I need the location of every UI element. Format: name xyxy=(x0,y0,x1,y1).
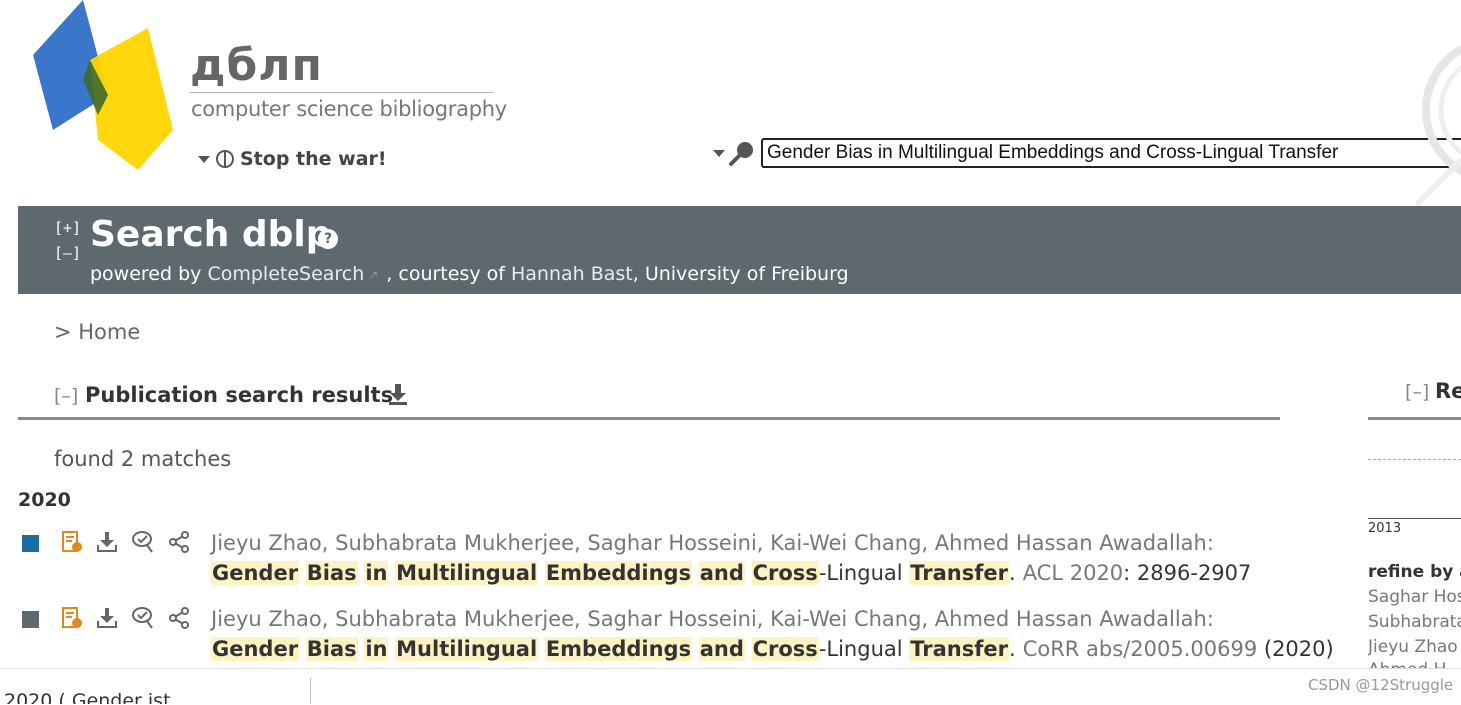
stop-war-label: Stop the war! xyxy=(240,148,387,170)
download-icon[interactable] xyxy=(388,384,408,406)
decorative-rings xyxy=(1416,44,1461,208)
title-text xyxy=(692,637,699,661)
highlighted-term: in xyxy=(364,561,389,585)
highlighted-term: and xyxy=(698,561,745,585)
powered-by-line: powered by CompleteSearch ↗, courtesy of … xyxy=(90,263,849,285)
highlighted-term: Multilingual xyxy=(395,637,539,661)
dblp-wordmark: дблп xyxy=(190,40,323,91)
entry-type-marker xyxy=(22,535,39,552)
refine-divider xyxy=(1368,417,1461,420)
highlighted-term: and xyxy=(698,637,745,661)
timeline-axis xyxy=(1368,518,1461,519)
highlighted-term: Transfer xyxy=(909,561,1009,585)
peace-icon xyxy=(216,150,234,168)
entry-venue[interactable]: ACL 2020 xyxy=(1023,561,1123,585)
title-text: . xyxy=(1009,637,1016,661)
highlighted-term: Transfer xyxy=(909,637,1009,661)
hannah-bast-link[interactable]: Hannah Bast xyxy=(511,263,633,285)
title-text: . xyxy=(1009,561,1016,585)
entry-title-line: Gender Bias in Multilingual Embeddings a… xyxy=(211,637,1334,661)
search-dropdown-icon xyxy=(713,149,725,157)
share-icon[interactable] xyxy=(167,606,191,630)
electronic-edition-icon[interactable] xyxy=(60,530,84,554)
external-link-icon: ↗ xyxy=(368,267,379,282)
highlighted-term: Multilingual xyxy=(395,561,539,585)
search-icon xyxy=(729,142,753,166)
highlighted-term: Gender xyxy=(211,637,300,661)
entry-title: Gender Bias in Multilingual Embeddings a… xyxy=(211,561,1016,585)
title-text xyxy=(299,637,306,661)
highlighted-term: Embeddings xyxy=(544,561,693,585)
export-icon[interactable] xyxy=(95,606,119,630)
publication-entry: Jieyu Zhao, Subhabrata Mukherjee, Saghar… xyxy=(0,528,1290,590)
title-text xyxy=(745,637,752,661)
citation-icon[interactable] xyxy=(131,530,155,554)
entry-title: Gender Bias in Multilingual Embeddings a… xyxy=(211,637,1016,661)
timeline-year-tick: 2013 xyxy=(1368,521,1402,536)
year-heading: 2020 xyxy=(18,489,71,511)
entry-authors[interactable]: Jieyu Zhao, Subhabrata Mukherjee, Saghar… xyxy=(211,531,1214,555)
publication-entry: Jieyu Zhao, Subhabrata Mukherjee, Saghar… xyxy=(0,604,1334,666)
entry-pages: : 2896-2907 xyxy=(1123,561,1252,585)
highlighted-term: Gender xyxy=(211,561,300,585)
highlighted-term: Embeddings xyxy=(544,637,693,661)
entry-pages: (2020) xyxy=(1257,637,1334,661)
timeline-dashed-line xyxy=(1368,459,1461,460)
title-text: -Lingual xyxy=(818,561,910,585)
breadcrumb[interactable]: > Home xyxy=(54,320,140,344)
title-text xyxy=(692,561,699,585)
entry-type-marker xyxy=(22,611,39,628)
dblp-logo[interactable] xyxy=(28,0,178,175)
wordmark-divider xyxy=(190,92,494,93)
title-text xyxy=(538,637,545,661)
export-icon[interactable] xyxy=(95,530,119,554)
title-text xyxy=(745,561,752,585)
title-text: -Lingual xyxy=(818,637,910,661)
results-divider xyxy=(18,417,1280,420)
results-heading: Publication search results xyxy=(85,383,394,407)
highlighted-term: Cross xyxy=(751,637,819,661)
csdn-watermark: CSDN @12Struggle xyxy=(1308,676,1454,694)
entry-authors[interactable]: Jieyu Zhao, Subhabrata Mukherjee, Saghar… xyxy=(211,607,1214,631)
entry-venue[interactable]: CoRR abs/2005.00699 xyxy=(1023,637,1258,661)
refine-collapse-toggle[interactable]: [–] xyxy=(1405,381,1429,403)
entry-title-line: Gender Bias in Multilingual Embeddings a… xyxy=(211,561,1251,585)
footer-divider xyxy=(0,668,1461,705)
help-icon[interactable]: ? xyxy=(318,229,338,249)
highlighted-term: Cross xyxy=(751,561,819,585)
footer-status: 2020 ( Gender ist... xyxy=(4,690,189,704)
title-text xyxy=(299,561,306,585)
share-icon[interactable] xyxy=(167,530,191,554)
refine-author-item[interactable]: Ahmed H xyxy=(1368,660,1461,668)
electronic-edition-icon[interactable] xyxy=(60,606,84,630)
title-text xyxy=(538,561,545,585)
highlighted-term: Bias xyxy=(305,561,358,585)
refine-author-item[interactable]: Subhabrata xyxy=(1368,612,1461,632)
banner-toggles[interactable]: [+] [–] xyxy=(54,216,81,266)
expand-toggle[interactable]: [+] xyxy=(54,216,81,241)
search-options[interactable] xyxy=(713,140,755,166)
page-title: Search dblp xyxy=(90,214,332,255)
refine-by-author-heading: refine by a xyxy=(1368,562,1461,582)
search-input[interactable] xyxy=(761,138,1461,168)
stop-the-war-menu[interactable]: Stop the war! xyxy=(198,148,387,170)
completesearch-link[interactable]: CompleteSearch xyxy=(207,263,364,285)
match-count: found 2 matches xyxy=(54,447,232,471)
refine-heading: Re xyxy=(1435,379,1461,403)
collapse-toggle[interactable]: [–] xyxy=(54,241,81,266)
highlighted-term: in xyxy=(364,637,389,661)
citation-icon[interactable] xyxy=(131,606,155,630)
refine-author-item[interactable]: Jieyu Zhao xyxy=(1368,637,1461,657)
highlighted-term: Bias xyxy=(305,637,358,661)
results-collapse-toggle[interactable]: [–] xyxy=(54,385,78,407)
footer-separator xyxy=(310,678,311,704)
dropdown-caret-icon xyxy=(198,155,210,163)
refine-author-item[interactable]: Saghar Hos xyxy=(1368,587,1461,607)
site-subtitle: computer science bibliography xyxy=(191,97,507,121)
